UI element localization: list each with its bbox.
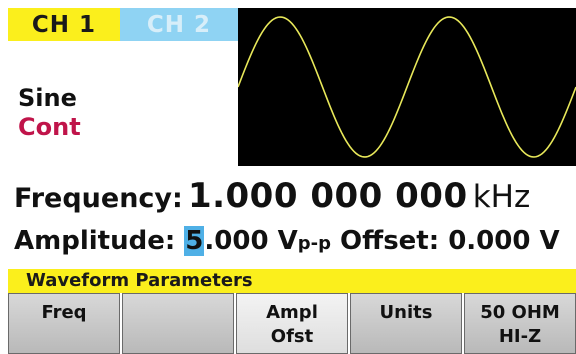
softkey-freq[interactable]: Freq: [8, 293, 120, 354]
waveform-shape: Sine: [18, 84, 77, 112]
softkey-freq-line1: Freq: [41, 302, 87, 323]
offset-label: Offset:: [340, 226, 440, 256]
softkey-ampl-line1: Ampl: [266, 302, 318, 323]
amplitude-unit-subscript: p-p: [297, 233, 331, 254]
softkey-ampl-ofst[interactable]: Ampl Ofst: [236, 293, 348, 354]
softkey-load-line1: 50 OHM: [480, 302, 560, 323]
frequency-label: Frequency:: [14, 183, 183, 214]
offset-value[interactable]: 0.000 V: [448, 226, 559, 256]
softkey-units[interactable]: Units: [350, 293, 462, 354]
softkey-load-impedance[interactable]: 50 OHM HI-Z: [464, 293, 576, 354]
sine-trace: [237, 16, 576, 158]
softkey-row: Freq Ampl Ofst Units 50 OHM HI-Z: [8, 293, 576, 354]
softkey-ofst-line2: Ofst: [270, 326, 314, 347]
frequency-readout[interactable]: Frequency: 1.000 000 000 kHz: [14, 176, 530, 216]
softkey-units-line1: Units: [379, 302, 433, 323]
sine-wave-plot: [237, 16, 576, 158]
amplitude-cursor-digit[interactable]: 5: [184, 226, 205, 256]
run-mode: Cont: [18, 113, 81, 141]
tab-ch1[interactable]: CH 1: [8, 8, 120, 41]
generator-screen: CH 1 CH 2 Sine Cont Frequency: 1.000 000…: [0, 0, 576, 354]
amplitude-label: Amplitude:: [14, 226, 176, 256]
softkey-load-line2: HI-Z: [498, 326, 542, 347]
amplitude-offset-readout[interactable]: Amplitude: 5.000 Vp-p Offset: 0.000 V: [14, 226, 560, 256]
waveform-display: [237, 8, 576, 166]
softkey-blank[interactable]: [122, 293, 234, 354]
frequency-value[interactable]: 1.000 000 000: [188, 176, 468, 216]
frequency-unit: kHz: [472, 179, 531, 215]
amplitude-value[interactable]: .000 V: [204, 226, 297, 256]
tab-ch2[interactable]: CH 2: [120, 8, 238, 41]
menu-title-bar: Waveform Parameters: [8, 269, 576, 293]
